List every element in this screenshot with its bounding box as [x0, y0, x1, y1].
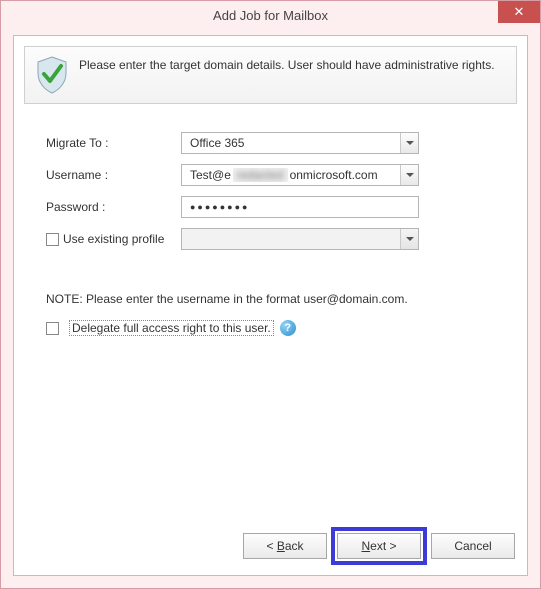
- username-combo[interactable]: Test@eredactedonmicrosoft.com: [181, 164, 419, 186]
- window-title: Add Job for Mailbox: [213, 8, 328, 23]
- close-button[interactable]: ✕: [498, 1, 540, 23]
- existing-profile-combo[interactable]: [181, 228, 419, 250]
- chevron-down-icon[interactable]: [400, 229, 418, 249]
- use-existing-profile-text: Use existing profile: [63, 232, 164, 246]
- password-mask: ●●●●●●●●: [186, 202, 414, 212]
- migrate-to-combo[interactable]: Office 365: [181, 132, 419, 154]
- delegate-checkbox[interactable]: [46, 322, 59, 335]
- cancel-button[interactable]: Cancel: [431, 533, 515, 559]
- delegate-label: Delegate full access right to this user.: [69, 320, 274, 336]
- note-text: NOTE: Please enter the username in the f…: [46, 292, 507, 306]
- label-migrate-to: Migrate To :: [46, 136, 181, 150]
- form-area: Migrate To : Office 365 Username : Test@…: [14, 104, 527, 336]
- button-bar: < Back Next > Cancel: [243, 527, 515, 565]
- username-value: Test@eredactedonmicrosoft.com: [186, 168, 414, 182]
- label-use-existing-profile: Use existing profile: [46, 232, 164, 246]
- content-panel: Please enter the target domain details. …: [13, 35, 528, 576]
- info-text: Please enter the target domain details. …: [79, 55, 495, 74]
- chevron-down-icon[interactable]: [400, 133, 418, 153]
- row-delegate: Delegate full access right to this user.…: [46, 320, 507, 336]
- migrate-to-value: Office 365: [186, 136, 414, 150]
- chevron-down-icon[interactable]: [400, 165, 418, 185]
- label-password: Password :: [46, 200, 181, 214]
- next-button[interactable]: Next >: [337, 533, 421, 559]
- use-existing-profile-checkbox[interactable]: [46, 233, 59, 246]
- shield-icon: [35, 55, 69, 95]
- password-input[interactable]: ●●●●●●●●: [181, 196, 419, 218]
- row-username: Username : Test@eredactedonmicrosoft.com: [46, 164, 507, 186]
- info-banner: Please enter the target domain details. …: [24, 46, 517, 104]
- close-icon: ✕: [514, 4, 525, 20]
- dialog-window: Add Job for Mailbox ✕ Please enter the t…: [0, 0, 541, 589]
- back-button[interactable]: < Back: [243, 533, 327, 559]
- row-migrate-to: Migrate To : Office 365: [46, 132, 507, 154]
- label-username: Username :: [46, 168, 181, 182]
- row-existing-profile: Use existing profile: [46, 228, 419, 250]
- row-password: Password : ●●●●●●●●: [46, 196, 507, 218]
- help-icon[interactable]: ?: [280, 320, 296, 336]
- titlebar: Add Job for Mailbox ✕: [1, 1, 540, 29]
- next-button-highlight: Next >: [331, 527, 427, 565]
